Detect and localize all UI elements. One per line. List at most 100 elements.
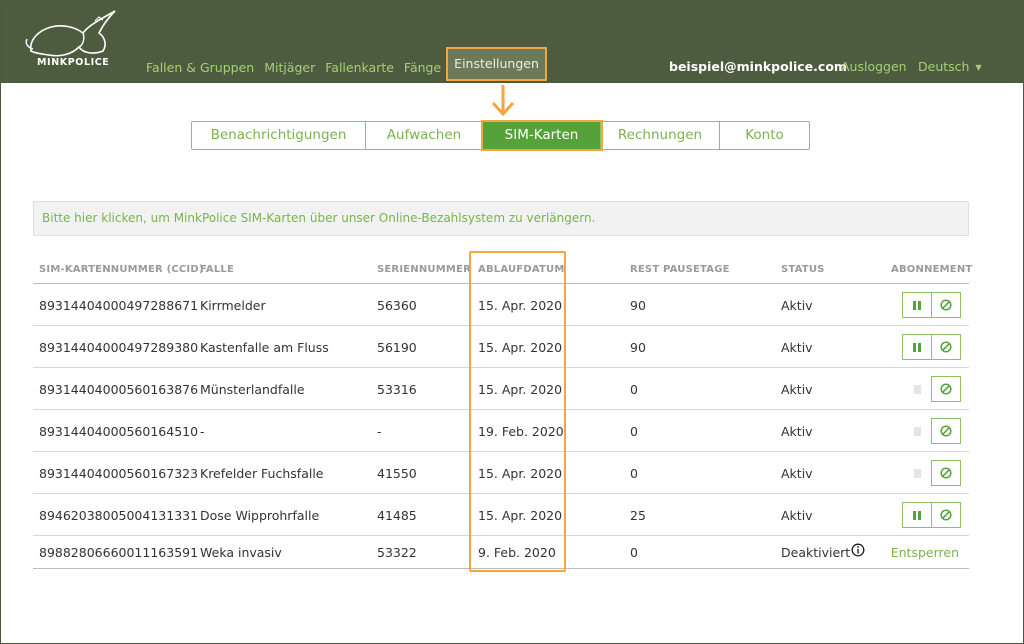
cell-seriennummer: 53322	[377, 545, 417, 560]
cell-ablaufdatum: 15. Apr. 2020	[478, 466, 563, 481]
sim-table: SIM-KARTENNUMMER (CCID) FALLE SERIENNUMM…	[33, 257, 973, 569]
cell-rest-pausetage: 0	[630, 382, 638, 397]
subscription-controls	[902, 376, 961, 402]
cell-status: Aktiv	[781, 340, 813, 355]
cell-ccid: 89314404000497288671	[39, 298, 199, 313]
cancel-button[interactable]	[931, 460, 961, 486]
cancel-button[interactable]	[931, 502, 961, 528]
pause-icon	[913, 384, 921, 394]
cancel-icon	[940, 383, 952, 395]
subscription-controls	[902, 460, 961, 486]
cell-ablaufdatum: 9. Feb. 2020	[478, 545, 556, 560]
cancel-button[interactable]	[931, 334, 961, 360]
cell-ablaufdatum: 19. Feb. 2020	[478, 424, 564, 439]
arrow-down-icon	[491, 85, 515, 117]
pause-button[interactable]	[902, 502, 932, 528]
table-row: 89462038005004131331 Dose Wipprohrfalle …	[33, 494, 969, 536]
pause-button[interactable]	[902, 334, 932, 360]
cell-ablaufdatum: 15. Apr. 2020	[478, 298, 563, 313]
language-label: Deutsch	[918, 59, 970, 74]
cell-seriennummer: 41550	[377, 466, 417, 481]
info-icon[interactable]	[851, 543, 865, 557]
table-row: 89314404000560164510 - - 19. Feb. 2020 0…	[33, 410, 969, 452]
tab-rechnungen[interactable]: Rechnungen	[601, 122, 720, 149]
cell-ccid: 89314404000560167323	[39, 466, 199, 481]
cell-falle: Dose Wipprohrfalle	[200, 508, 320, 523]
header-abonnement: ABONNEMENT	[891, 264, 973, 275]
cell-rest-pausetage: 90	[630, 298, 646, 313]
cell-seriennummer: 41485	[377, 508, 417, 523]
nav-item-faenge[interactable]: Fänge	[399, 60, 446, 75]
cell-seriennummer: -	[377, 424, 382, 439]
header-seriennummer: SERIENNUMMER	[377, 264, 471, 275]
table-row: 89314404000497289380 Kastenfalle am Flus…	[33, 326, 969, 368]
table-row: 89882806660011163591 Weka invasiv 53322 …	[33, 536, 969, 569]
cell-status: Aktiv	[781, 466, 813, 481]
cancel-button[interactable]	[931, 376, 961, 402]
cell-seriennummer: 53316	[377, 382, 417, 397]
table-header: SIM-KARTENNUMMER (CCID) FALLE SERIENNUMM…	[33, 257, 973, 284]
cancel-icon	[940, 467, 952, 479]
brand-name: MINKPOLICE	[37, 57, 110, 68]
cancel-icon	[940, 509, 952, 521]
subscription-controls	[902, 502, 961, 528]
logout-link[interactable]: Ausloggen	[841, 59, 907, 74]
caret-down-icon: ▼	[975, 63, 982, 72]
main-nav: Fallen & Gruppen Mitjäger Fallenkarte Fä…	[141, 47, 547, 81]
cell-falle: Kirrmelder	[200, 298, 266, 313]
cancel-icon	[940, 425, 952, 437]
table-row: 89314404000560163876 Münsterlandfalle 53…	[33, 368, 969, 410]
cell-falle: Krefelder Fuchsfalle	[200, 466, 324, 481]
cell-seriennummer: 56190	[377, 340, 417, 355]
pause-button-disabled	[902, 376, 932, 402]
cell-ccid: 89314404000560163876	[39, 382, 199, 397]
cell-ablaufdatum: 15. Apr. 2020	[478, 382, 563, 397]
cancel-button[interactable]	[931, 292, 961, 318]
pause-icon	[913, 468, 921, 478]
user-email: beispiel@minkpolice.com	[669, 59, 847, 74]
cell-rest-pausetage: 90	[630, 340, 646, 355]
cell-status: Aktiv	[781, 382, 813, 397]
cell-status: Aktiv	[781, 508, 813, 523]
cell-falle: Kastenfalle am Fluss	[200, 340, 329, 355]
tab-benachrichtigungen[interactable]: Benachrichtigungen	[192, 122, 366, 149]
cell-ccid: 89314404000497289380	[39, 340, 199, 355]
renewal-notice-link[interactable]: Bitte hier klicken, um MinkPolice SIM-Ka…	[33, 201, 969, 236]
header-ablaufdatum: ABLAUFDATUM	[478, 264, 565, 275]
pause-icon	[913, 510, 916, 520]
cell-rest-pausetage: 0	[630, 545, 638, 560]
subscription-controls	[902, 334, 961, 360]
unlock-link[interactable]: Entsperren	[891, 545, 959, 560]
cell-rest-pausetage: 25	[630, 508, 646, 523]
cell-status: Aktiv	[781, 298, 813, 313]
pause-icon	[913, 342, 916, 352]
cell-rest-pausetage: 0	[630, 424, 638, 439]
tab-aufwachen[interactable]: Aufwachen	[366, 122, 483, 149]
pause-button-disabled	[902, 418, 932, 444]
subscription-controls	[902, 292, 961, 318]
subscription-controls	[902, 418, 961, 444]
header-falle: FALLE	[200, 264, 234, 275]
table-row: 89314404000497288671 Kirrmelder 56360 15…	[33, 284, 969, 326]
tab-sim-karten[interactable]: SIM-Karten	[481, 120, 603, 151]
cancel-icon	[940, 341, 952, 353]
nav-item-einstellungen[interactable]: Einstellungen	[446, 47, 547, 81]
nav-item-fallen-gruppen[interactable]: Fallen & Gruppen	[141, 60, 259, 75]
header-status: STATUS	[781, 264, 825, 275]
top-bar: MINKPOLICE Fallen & Gruppen Mitjäger Fal…	[1, 1, 1024, 83]
cell-ccid: 89462038005004131331	[39, 508, 199, 523]
cell-status: Aktiv	[781, 424, 813, 439]
cell-seriennummer: 56360	[377, 298, 417, 313]
cell-falle: Weka invasiv	[200, 545, 282, 560]
page: MINKPOLICE Fallen & Gruppen Mitjäger Fal…	[0, 0, 1024, 644]
pause-button[interactable]	[902, 292, 932, 318]
tab-konto[interactable]: Konto	[720, 122, 809, 149]
language-dropdown[interactable]: Deutsch ▼	[918, 59, 982, 74]
cancel-button[interactable]	[931, 418, 961, 444]
nav-item-mitjaeger[interactable]: Mitjäger	[259, 60, 320, 75]
table-row: 89314404000560167323 Krefelder Fuchsfall…	[33, 452, 969, 494]
header-ccid: SIM-KARTENNUMMER (CCID)	[39, 264, 204, 275]
nav-item-fallenkarte[interactable]: Fallenkarte	[320, 60, 399, 75]
cell-falle: -	[200, 424, 205, 439]
cell-rest-pausetage: 0	[630, 466, 638, 481]
